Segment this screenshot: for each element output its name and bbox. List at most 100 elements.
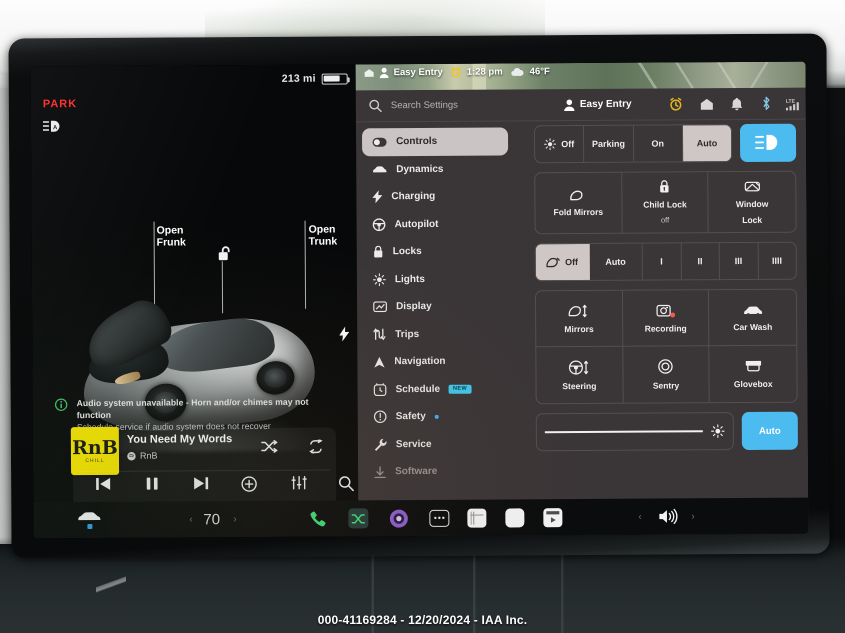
tile-recording[interactable]: Recording (622, 290, 710, 347)
controls-panel: Off Parking On Auto Fold Mirrors Child L… (533, 123, 798, 452)
temp-decrease-button[interactable]: ‹ (189, 514, 192, 525)
camera-app-icon[interactable] (389, 509, 408, 528)
sidebar-item-dynamics[interactable]: Dynamics (362, 155, 508, 183)
sidebar-item-charging[interactable]: Charging (362, 182, 508, 210)
sidebar-item-lights[interactable]: Lights (363, 265, 509, 293)
wiper-option-3[interactable]: III (719, 242, 759, 280)
high-beam-button[interactable] (739, 123, 797, 163)
wiper-icon (546, 257, 561, 268)
alarm-clock-icon (451, 67, 462, 78)
tile-mirrors[interactable]: Mirrors (535, 290, 623, 348)
browser-app-icon[interactable] (505, 507, 525, 527)
more-icon[interactable] (429, 509, 450, 527)
card-sublabel: off (660, 215, 670, 225)
brightness-row: Auto (535, 411, 798, 452)
wiper-option-auto[interactable]: Auto (589, 243, 643, 280)
tile-car-wash[interactable]: Car Wash (709, 289, 797, 347)
mirror-adjust-icon (568, 303, 590, 317)
brightness-slider[interactable] (535, 412, 734, 452)
tile-steering[interactable]: Steering (536, 346, 624, 404)
sidebar-item-trips[interactable]: Trips (363, 320, 509, 348)
next-track-icon[interactable] (193, 476, 209, 490)
settings-search-bar: Search Settings Easy Entry LTE (355, 87, 806, 123)
child-lock-card[interactable]: Child Lock off (621, 172, 709, 233)
home-icon[interactable] (700, 97, 714, 111)
window-lock-card[interactable]: Window Lock (709, 172, 796, 233)
fold-mirrors-card[interactable]: Fold Mirrors (535, 172, 623, 234)
sidebar-item-label: Dynamics (396, 163, 444, 175)
tile-sentry[interactable]: Sentry (622, 346, 710, 403)
volume-increase-button[interactable]: › (691, 511, 694, 522)
sidebar-item-controls[interactable]: Controls (361, 127, 509, 156)
sidebar-item-label: Display (396, 301, 432, 313)
track-source-label: RnB (139, 450, 158, 461)
sidebar-item-display[interactable]: Display (363, 292, 509, 320)
climate-temperature[interactable]: 70 (203, 511, 220, 528)
add-circle-icon[interactable] (241, 476, 257, 492)
shuffle-app-icon[interactable] (348, 508, 369, 529)
map-temperature: 46°F (529, 66, 550, 78)
wiper-option-2[interactable]: II (681, 243, 720, 280)
volume-decrease-button[interactable]: ‹ (638, 511, 641, 522)
headlight-option-on[interactable]: On (633, 125, 683, 162)
bell-icon[interactable] (731, 97, 743, 111)
taskbar-car-button[interactable] (77, 511, 101, 530)
album-art-title: RnB (72, 436, 118, 459)
wiper-option-1[interactable]: I (642, 243, 682, 280)
profile-name: Easy Entry (579, 98, 632, 111)
headlight-option-auto[interactable]: Auto (682, 125, 732, 162)
range-value: 213 mi (281, 72, 316, 85)
person-icon (564, 98, 575, 111)
temp-increase-button[interactable]: › (233, 514, 236, 525)
lte-signal-icon[interactable]: LTE (786, 96, 803, 110)
calendar-app-icon[interactable] (467, 508, 487, 528)
search-icon[interactable] (338, 475, 354, 492)
brightness-auto-button[interactable]: Auto (741, 411, 798, 451)
alarm-clock-icon[interactable] (669, 97, 683, 111)
brightness-icon[interactable] (711, 424, 725, 438)
lock-icon[interactable] (217, 245, 233, 262)
tile-label: Car Wash (733, 321, 773, 332)
wiper-option-4[interactable]: IIII (758, 243, 796, 279)
phone-icon[interactable] (309, 510, 326, 527)
wiper-option-label: II (697, 256, 703, 267)
pause-icon[interactable] (145, 477, 159, 491)
volume-icon[interactable] (658, 508, 678, 525)
wiper-option-off[interactable]: Off (535, 243, 590, 281)
theater-app-icon[interactable] (543, 507, 563, 527)
bluetooth-icon[interactable] (761, 96, 772, 111)
headlight-option-label: On (651, 138, 664, 149)
search-input[interactable]: Search Settings (391, 100, 458, 111)
map-strip[interactable]: Easy Entry 1:28 pm 46°F (355, 61, 806, 91)
equalizer-icon[interactable] (291, 476, 307, 490)
sidebar-item-autopilot[interactable]: Autopilot (362, 210, 508, 238)
profile-chip[interactable]: Easy Entry (564, 98, 632, 111)
info-icon (54, 398, 68, 411)
sidebar-item-schedule[interactable]: Schedule NEW (363, 375, 509, 403)
headlight-off-icon (544, 138, 557, 151)
album-art[interactable]: RnB CHILL (70, 426, 120, 476)
sidebar-item-navigation[interactable]: Navigation (363, 347, 509, 375)
tile-label: Sentry (652, 380, 680, 391)
svg-text:LTE: LTE (786, 98, 796, 104)
headlight-option-parking[interactable]: Parking (584, 125, 634, 162)
taskbar: ‹ 70 › ‹ › (33, 497, 809, 539)
sidebar-item-locks[interactable]: Locks (363, 237, 509, 265)
track-title: You Need My Words (126, 433, 233, 446)
sidebar-item-safety[interactable]: Safety (364, 402, 510, 430)
controls-tile-grid: Mirrors Recording Car Wash Steering Sent… (534, 288, 798, 405)
mirror-icon (569, 189, 587, 200)
sidebar-item-software[interactable]: Software (364, 457, 510, 485)
media-divider (79, 469, 331, 473)
alert-title: Audio system unavailable - Horn and/or c… (76, 396, 309, 421)
previous-track-icon[interactable] (95, 477, 111, 491)
display-icon (373, 301, 387, 313)
tile-glovebox[interactable]: Glovebox (710, 346, 797, 403)
sidebar-item-service[interactable]: Service (364, 430, 510, 458)
repeat-icon[interactable] (308, 439, 324, 454)
range-readout: 213 mi (281, 72, 348, 85)
shuffle-icon[interactable] (261, 439, 278, 453)
headlight-option-label: Parking (591, 138, 625, 149)
headlight-option-off[interactable]: Off (534, 125, 585, 163)
track-source: RnB (127, 451, 158, 461)
